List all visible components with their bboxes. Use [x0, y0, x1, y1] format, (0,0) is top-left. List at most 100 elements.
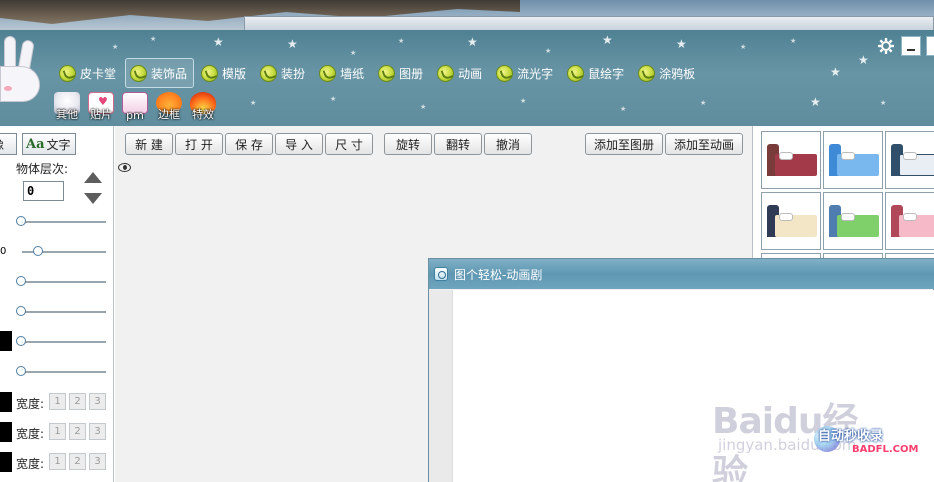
visibility-eye-icon[interactable]: [118, 163, 131, 172]
dialog-content-area[interactable]: [453, 290, 934, 482]
color-swatch[interactable]: [0, 452, 12, 472]
tab-dressup[interactable]: 装扮: [255, 58, 312, 88]
new-button[interactable]: 新 建: [125, 133, 173, 155]
add-to-animation-button[interactable]: 添加至动画: [665, 133, 743, 155]
dialog-titlebar[interactable]: 图个轻松-动画剧: [429, 259, 934, 289]
save-button[interactable]: 保 存: [225, 133, 273, 155]
size-button[interactable]: 尺 寸: [325, 133, 373, 155]
tab-wallpaper[interactable]: 墙纸: [314, 58, 371, 88]
star-icon: ★: [700, 99, 707, 107]
layer-up-arrow-icon[interactable]: [84, 172, 102, 183]
settings-gear-icon[interactable]: [876, 36, 896, 56]
leaf-icon: [567, 64, 585, 82]
bed-icon: [767, 205, 817, 241]
thumbnail-item[interactable]: [761, 131, 821, 189]
width-row: 宽度: 1 2 3: [0, 392, 114, 412]
tab-album[interactable]: 图册: [373, 58, 430, 88]
slider-track[interactable]: [16, 336, 106, 346]
app-header: ★ ★ ★ ★ ★ ★ ★ ★ ★ ★ ★ ★ ★ ★ ★ ★ ★ ★ ★ ★ …: [0, 30, 934, 126]
bed-icon: [767, 144, 817, 180]
star-icon: ★: [676, 37, 687, 51]
background-window-edge: [244, 16, 934, 30]
main-nav-tabs: 皮卡堂 装饰品 模版 装扮 墙纸 图册 动画 流光字 鼠绘字 涂鸦板: [54, 58, 704, 88]
thumbnail-item[interactable]: [885, 131, 934, 189]
star-icon: ★: [602, 33, 613, 47]
tab-pikatang[interactable]: 皮卡堂: [54, 58, 123, 88]
tab-image[interactable]: 像: [0, 133, 17, 155]
leaf-icon: [437, 64, 455, 82]
subtab-effects[interactable]: 特效: [188, 92, 218, 122]
color-swatch[interactable]: [0, 331, 12, 351]
width-option-1[interactable]: 1: [49, 393, 66, 410]
undo-button[interactable]: 撤消: [484, 133, 532, 155]
thumbnail-item[interactable]: [823, 192, 883, 250]
thumbnail-item[interactable]: [761, 192, 821, 250]
tab-animation[interactable]: 动画: [432, 58, 489, 88]
width-option-1[interactable]: 1: [49, 453, 66, 470]
width-option-3[interactable]: 3: [89, 393, 106, 410]
star-icon: ★: [620, 105, 627, 113]
star-icon: ★: [545, 47, 552, 55]
star-icon: ★: [287, 37, 298, 51]
slider-knob[interactable]: [16, 366, 26, 376]
tab-mouse-draw-text[interactable]: 鼠绘字: [562, 58, 631, 88]
slider-knob[interactable]: [16, 276, 26, 286]
layer-label: 物体层次:: [16, 162, 69, 176]
star-icon: ★: [740, 43, 747, 51]
star-icon: ★: [112, 43, 119, 51]
width-option-2[interactable]: 2: [69, 393, 86, 410]
star-icon: ★: [830, 65, 841, 79]
slider-track[interactable]: [16, 306, 106, 316]
open-button[interactable]: 打 开: [175, 133, 223, 155]
leaf-icon: [59, 64, 76, 82]
window-controls: [876, 36, 934, 56]
width-option-1[interactable]: 1: [49, 423, 66, 440]
add-to-album-button[interactable]: 添加至图册: [585, 133, 663, 155]
layer-down-arrow-icon[interactable]: [84, 193, 102, 204]
import-button[interactable]: 导 入: [275, 133, 323, 155]
star-icon: ★: [150, 35, 157, 43]
app-icon: [434, 267, 448, 281]
slider-track[interactable]: [22, 246, 106, 256]
subtab-stickers[interactable]: ♥ 贴片: [86, 92, 116, 122]
bunny-mascot: [0, 34, 44, 124]
star-icon: ★: [250, 99, 257, 107]
thumbnail-item[interactable]: [885, 192, 934, 250]
tab-text[interactable]: Aa 文字: [22, 133, 76, 155]
slider-knob[interactable]: [33, 246, 43, 256]
subtab-frames[interactable]: 边框: [154, 92, 184, 122]
width-option-3[interactable]: 3: [89, 453, 106, 470]
tab-doodle-board[interactable]: 涂鸦板: [633, 58, 702, 88]
star-icon: ★: [790, 37, 797, 45]
desktop-background-strip: [0, 0, 934, 30]
width-row: 宽度: 1 2 3: [0, 422, 114, 442]
minimize-button[interactable]: [901, 36, 921, 56]
flip-button[interactable]: 翻转: [434, 133, 482, 155]
subtab-other[interactable]: 其他: [52, 92, 82, 122]
slider-track[interactable]: [16, 276, 106, 286]
color-swatch[interactable]: [0, 422, 12, 442]
subtab-pm[interactable]: pm: [120, 92, 150, 122]
width-option-2[interactable]: 2: [69, 453, 86, 470]
slider-track[interactable]: [16, 366, 106, 376]
slider-knob[interactable]: [16, 336, 26, 346]
tab-templates[interactable]: 模版: [196, 58, 253, 88]
slider-track[interactable]: [16, 216, 106, 226]
leaf-icon: [378, 64, 396, 82]
close-button[interactable]: [926, 36, 934, 56]
slider-knob[interactable]: [16, 216, 26, 226]
thumbnail-item[interactable]: [823, 131, 883, 189]
width-option-2[interactable]: 2: [69, 423, 86, 440]
slider-knob[interactable]: [16, 306, 26, 316]
leaf-icon: [260, 64, 278, 82]
width-option-3[interactable]: 3: [89, 423, 106, 440]
star-icon: ★: [350, 49, 357, 57]
rotate-button[interactable]: 旋转: [384, 133, 432, 155]
color-swatch[interactable]: [0, 392, 12, 412]
dialog-title: 图个轻松-动画剧: [454, 267, 543, 282]
star-icon: ★: [858, 53, 869, 67]
tab-decorations[interactable]: 装饰品: [125, 58, 195, 88]
tab-glow-text[interactable]: 流光字: [491, 58, 560, 88]
star-icon: ★: [213, 35, 224, 49]
layer-input[interactable]: [23, 181, 64, 201]
